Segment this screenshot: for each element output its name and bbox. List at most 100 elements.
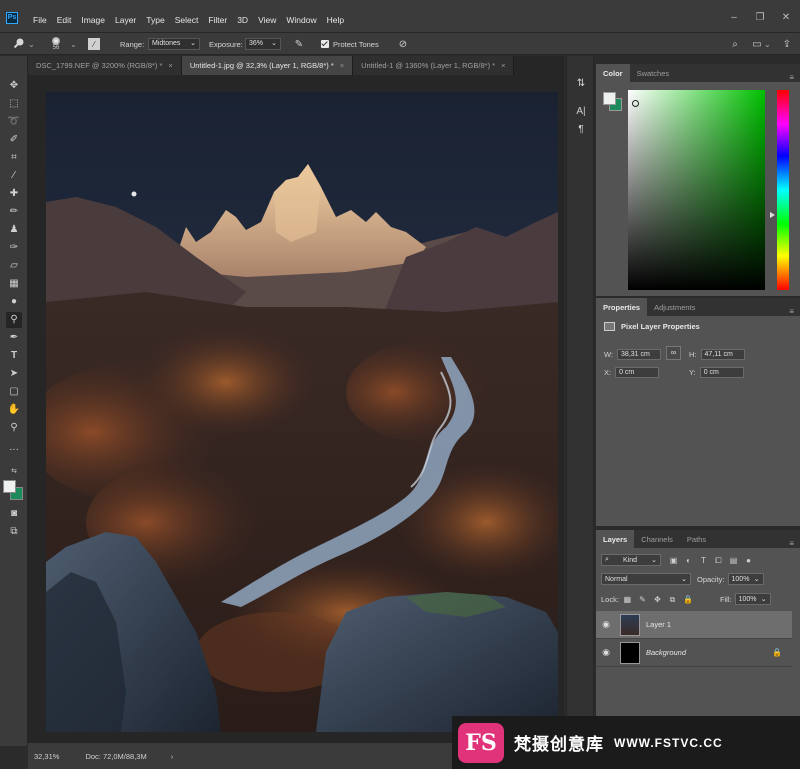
x-input[interactable]: 0 cm xyxy=(615,367,660,378)
blur-tool-icon[interactable]: ● xyxy=(6,294,22,310)
healing-brush-tool-icon[interactable]: ✚ xyxy=(6,186,22,202)
airbrush-button[interactable]: ✎ xyxy=(292,33,306,55)
height-input[interactable]: 47,11 cm xyxy=(700,349,745,360)
lock-position-icon[interactable]: ✥ xyxy=(653,595,662,604)
gradient-tool-icon[interactable]: ▦ xyxy=(6,276,22,292)
fill-input[interactable]: 100% ⌄ xyxy=(734,593,771,605)
workspace-icon[interactable]: ▭ xyxy=(750,37,764,51)
move-tool-icon[interactable]: ✥ xyxy=(6,78,22,94)
menu-type[interactable]: Type xyxy=(141,15,169,26)
foreground-color-swatch[interactable] xyxy=(3,480,16,493)
document-tab[interactable]: Untitled-1 @ 1360% (Layer 1, RGB/8*) * × xyxy=(353,56,515,75)
saturation-brightness-field[interactable] xyxy=(628,90,765,290)
menu-help[interactable]: Help xyxy=(322,15,349,26)
close-icon[interactable]: ✕ xyxy=(780,12,792,24)
menu-edit[interactable]: Edit xyxy=(52,15,77,26)
more-tools-icon[interactable]: … xyxy=(6,440,22,456)
zoom-tool-icon[interactable]: ⚲ xyxy=(6,420,22,436)
tab-channels[interactable]: Channels xyxy=(634,530,680,548)
menu-3d[interactable]: 3D xyxy=(232,15,253,26)
opacity-input[interactable]: 100% ⌄ xyxy=(727,573,764,585)
quick-select-tool-icon[interactable]: ✐ xyxy=(6,132,22,148)
lasso-tool-icon[interactable]: ➰ xyxy=(6,114,22,130)
tab-adjustments[interactable]: Adjustments xyxy=(647,298,702,316)
close-icon[interactable]: × xyxy=(340,61,344,70)
history-icon[interactable]: ⇅ xyxy=(575,78,587,90)
type-tool-icon[interactable]: T xyxy=(6,348,22,364)
lock-transparent-icon[interactable]: ▦ xyxy=(623,595,632,604)
swap-colors-icon[interactable]: ⇆ xyxy=(6,464,22,480)
filter-toggle-icon[interactable]: ● xyxy=(744,556,753,565)
pen-tool-icon[interactable]: ✒ xyxy=(6,330,22,346)
layer-row[interactable]: ◉ Background 🔒 xyxy=(596,639,792,667)
tab-paths[interactable]: Paths xyxy=(680,530,713,548)
lock-all-icon[interactable]: 🔒 xyxy=(683,595,693,604)
protect-tones-toggle[interactable]: Protect Tones xyxy=(321,33,379,55)
filter-smart-object-icon[interactable]: ▤ xyxy=(729,556,738,565)
filter-pixel-icon[interactable]: ▣ xyxy=(669,556,678,565)
y-input[interactable]: 0 cm xyxy=(699,367,744,378)
menu-view[interactable]: View xyxy=(253,15,281,26)
exposure-input[interactable]: 36% ⌄ xyxy=(245,38,281,50)
chevron-down-icon[interactable]: ⌄ xyxy=(764,40,771,49)
color-picker-cursor[interactable] xyxy=(632,100,639,107)
tab-properties[interactable]: Properties xyxy=(596,298,648,316)
tab-swatches[interactable]: Swatches xyxy=(630,64,677,82)
paragraph-icon[interactable]: ¶ xyxy=(575,124,587,136)
brush-size-picker[interactable]: 56 xyxy=(52,33,60,55)
document-tab[interactable]: DSC_1799.NEF @ 3200% (RGB/8*) * × xyxy=(28,56,182,75)
status-menu-arrow[interactable]: › xyxy=(171,752,174,761)
tab-color[interactable]: Color xyxy=(596,64,630,82)
eyedropper-tool-icon[interactable]: ⁄ xyxy=(6,168,22,184)
menu-file[interactable]: File xyxy=(28,15,52,26)
hue-slider-handle[interactable] xyxy=(770,212,775,218)
visibility-eye-icon[interactable]: ◉ xyxy=(596,647,616,658)
menu-image[interactable]: Image xyxy=(76,15,110,26)
protect-tones-checkbox[interactable] xyxy=(321,40,329,48)
path-selection-tool-icon[interactable]: ➤ xyxy=(6,366,22,382)
range-select[interactable]: Midtones ⌄ xyxy=(148,38,200,50)
brush-tool-icon[interactable]: ✏ xyxy=(6,204,22,220)
link-dimensions-icon[interactable]: ∞ xyxy=(666,346,681,360)
menu-layer[interactable]: Layer xyxy=(110,15,141,26)
lock-artboard-icon[interactable]: ⧉ xyxy=(668,595,677,604)
lock-image-icon[interactable]: ✎ xyxy=(638,595,647,604)
panel-menu-icon[interactable]: ≡ xyxy=(789,307,794,316)
panel-menu-icon[interactable]: ≡ xyxy=(789,539,794,548)
marquee-tool-icon[interactable]: ⬚ xyxy=(6,96,22,112)
dodge-tool-icon[interactable]: ⚲ xyxy=(6,312,22,328)
width-input[interactable]: 38,31 cm xyxy=(617,349,662,360)
clone-stamp-tool-icon[interactable]: ♟ xyxy=(6,222,22,238)
canvas-area[interactable] xyxy=(28,75,564,743)
filter-shape-icon[interactable]: ⧠ xyxy=(714,556,723,565)
share-icon[interactable]: ⇪ xyxy=(780,37,794,51)
photo-canvas[interactable] xyxy=(46,92,558,732)
eraser-tool-icon[interactable]: ▱ xyxy=(6,258,22,274)
hue-slider[interactable] xyxy=(777,90,789,290)
quick-mask-icon[interactable]: ◙ xyxy=(6,506,22,522)
menu-filter[interactable]: Filter xyxy=(203,15,232,26)
search-icon[interactable]: ⌕ xyxy=(728,37,742,51)
menu-window[interactable]: Window xyxy=(281,15,321,26)
filter-type-icon[interactable]: T xyxy=(699,556,708,565)
character-icon[interactable]: A| xyxy=(575,106,587,118)
document-tab-active[interactable]: Untitled-1.jpg @ 32,3% (Layer 1, RGB/8*)… xyxy=(181,56,354,75)
tab-layers[interactable]: Layers xyxy=(596,530,635,548)
close-icon[interactable]: × xyxy=(501,61,505,70)
history-brush-tool-icon[interactable]: ✑ xyxy=(6,240,22,256)
screen-mode-icon[interactable]: ⧉ xyxy=(6,524,22,540)
close-icon[interactable]: × xyxy=(168,61,172,70)
restore-icon[interactable]: ❐ xyxy=(754,12,766,24)
blend-mode-select[interactable]: Normal ⌄ xyxy=(601,573,691,585)
visibility-eye-icon[interactable]: ◉ xyxy=(596,619,616,630)
chevron-down-icon[interactable]: ⌄ xyxy=(70,40,77,49)
menu-select[interactable]: Select xyxy=(170,15,204,26)
minimize-icon[interactable]: – xyxy=(728,12,740,24)
dodge-tool-preset[interactable]: ⌄ xyxy=(12,33,35,55)
layer-row[interactable]: ◉ Layer 1 xyxy=(596,611,792,639)
brush-settings-button[interactable]: ⁄ xyxy=(88,33,100,55)
filter-adjustment-icon[interactable]: ◐ xyxy=(684,556,693,565)
rectangle-tool-icon[interactable]: ▢ xyxy=(6,384,22,400)
hand-tool-icon[interactable]: ✋ xyxy=(6,402,22,418)
zoom-level[interactable]: 32,31% xyxy=(34,752,59,761)
